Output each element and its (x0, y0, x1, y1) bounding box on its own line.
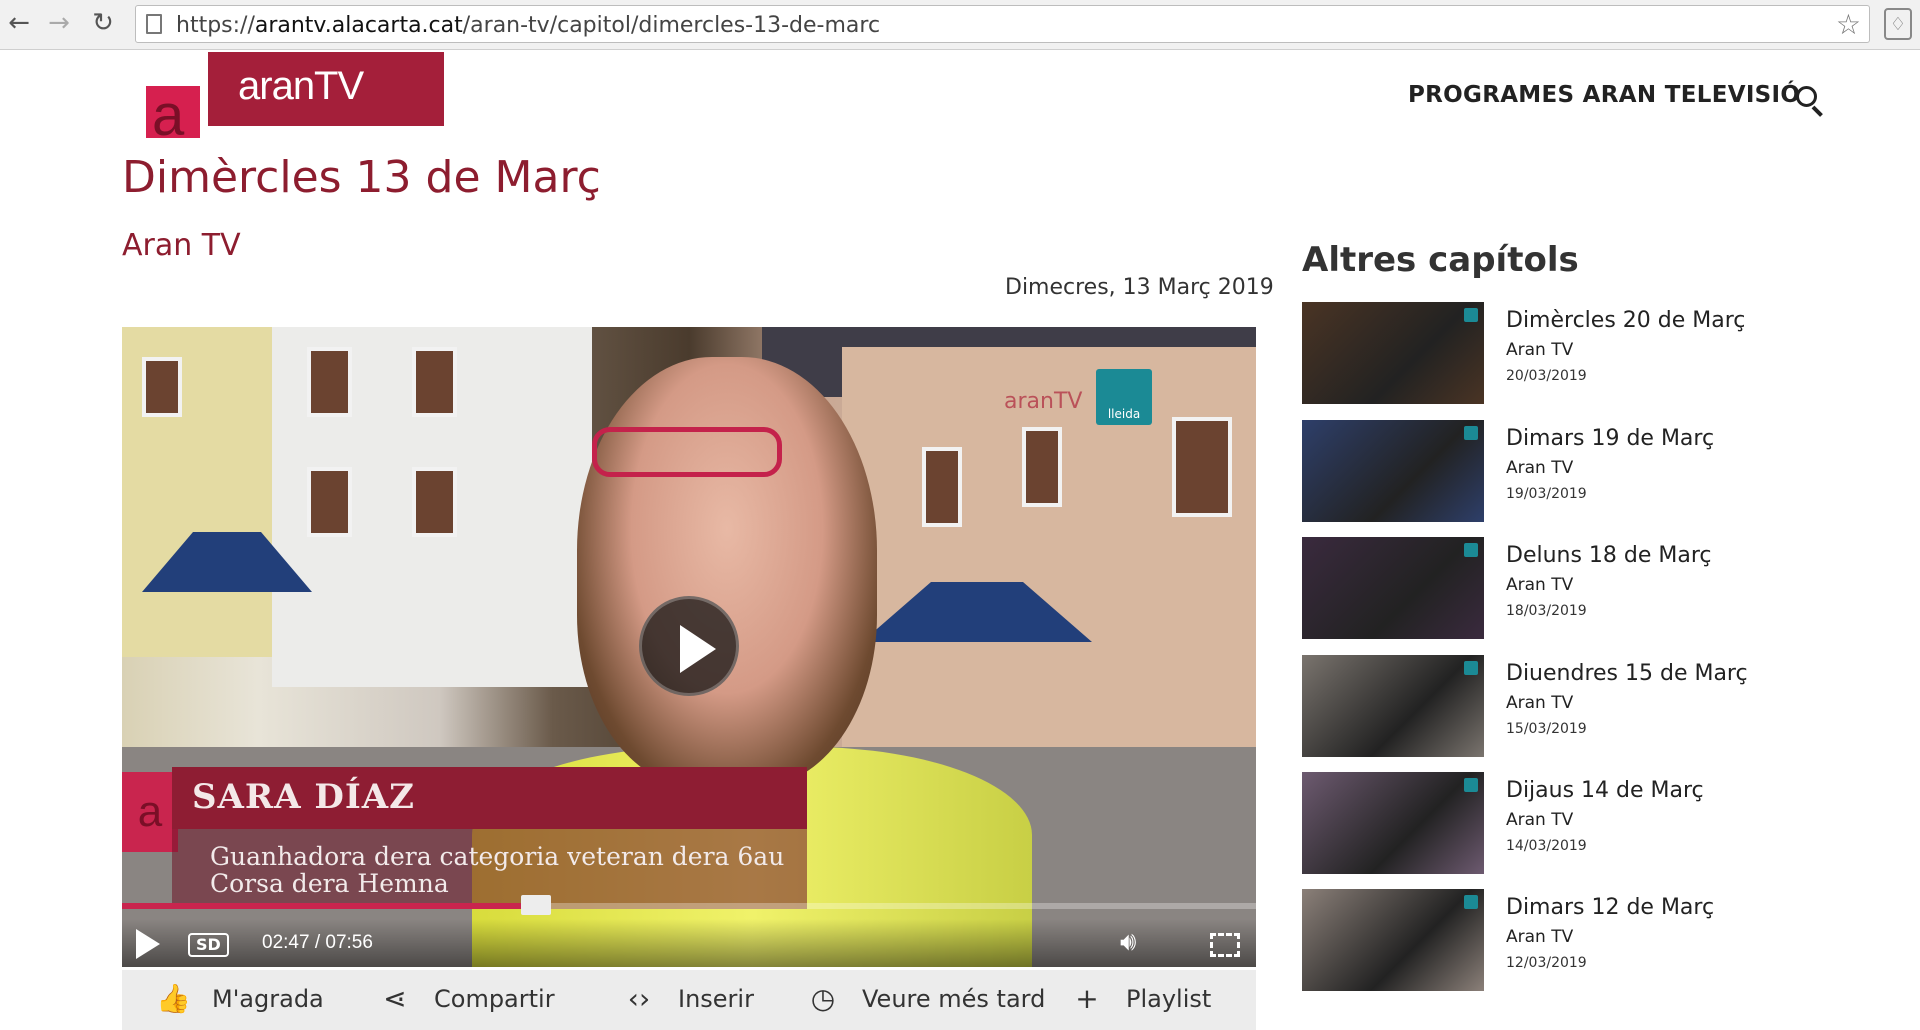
lleida-watermark: lleida (1096, 369, 1152, 425)
episode-date: 19/03/2019 (1506, 486, 1587, 502)
episode-title[interactable]: Dimars 12 de Març (1506, 895, 1714, 920)
episode-date: 15/03/2019 (1506, 721, 1587, 737)
episode-channel: Aran TV (1506, 575, 1574, 595)
episode-channel: Aran TV (1506, 927, 1574, 947)
volume-icon[interactable]: 🔊︎ (1120, 927, 1136, 958)
episode-thumbnail[interactable] (1302, 537, 1484, 639)
share-icon: ⋖ (383, 982, 407, 1015)
episode-channel: Aran TV (1506, 810, 1574, 830)
watch-later-button[interactable]: ◷ Veure més tard (806, 982, 1046, 1015)
search-icon[interactable] (1796, 86, 1826, 117)
play-overlay-button[interactable] (639, 596, 739, 696)
progress-handle[interactable] (520, 895, 551, 915)
episode-thumbnail[interactable] (1302, 420, 1484, 522)
episode-title[interactable]: Deluns 18 de Març (1506, 543, 1712, 568)
fullscreen-icon[interactable] (1210, 933, 1240, 957)
bulb-icon[interactable]: ♢ (1884, 8, 1912, 40)
lower-third-name: SARA DÍAZ (172, 767, 807, 829)
episode-thumbnail[interactable] (1302, 655, 1484, 757)
episode-date: 14/03/2019 (1506, 838, 1587, 854)
episode-title[interactable]: Dimars 19 de Març (1506, 426, 1714, 451)
quality-toggle[interactable]: SD (188, 933, 229, 957)
lower-third-logo: a (122, 772, 178, 852)
video-actions: 👍 M'agrada ⋖ Compartir ‹› Inserir ◷ Veur… (122, 970, 1256, 1030)
episode-thumbnail[interactable] (1302, 772, 1484, 874)
time-display: 02:47 / 07:56 (262, 932, 373, 953)
reload-icon[interactable]: ↻ (88, 8, 118, 38)
episode-title[interactable]: Dijaus 14 de Març (1506, 778, 1704, 803)
channel-link[interactable]: Aran TV (122, 228, 241, 263)
episode-title[interactable]: Diuendres 15 de Març (1506, 661, 1748, 686)
forward-icon[interactable]: → (44, 8, 74, 38)
thumbs-up-icon: 👍 (156, 982, 191, 1015)
url-text[interactable]: https://arantv.alacarta.cat/aran-tv/capi… (176, 13, 880, 38)
nav-programes[interactable]: PROGRAMES ARAN TELEVISIÓ (1408, 82, 1800, 108)
episode-channel: Aran TV (1506, 693, 1574, 713)
publish-date: Dimecres, 13 Març 2019 (1005, 275, 1274, 300)
episode-date: 12/03/2019 (1506, 955, 1587, 971)
episode-channel: Aran TV (1506, 340, 1574, 360)
episode-item[interactable]: Diuendres 15 de Març Aran TV 15/03/2019 (1302, 655, 1802, 759)
logo-letter: a (152, 83, 185, 148)
page-icon (146, 14, 162, 34)
logo-text: aranTV (238, 64, 364, 108)
embed-icon: ‹› (627, 982, 651, 1015)
progress-bar[interactable] (122, 895, 1256, 915)
episode-item[interactable]: Dimars 19 de Març Aran TV 19/03/2019 (1302, 420, 1802, 524)
back-icon[interactable]: ← (4, 8, 34, 38)
like-button[interactable]: 👍 M'agrada (156, 982, 324, 1015)
embed-button[interactable]: ‹› Inserir (622, 982, 754, 1015)
episode-title[interactable]: Dimèrcles 20 de Març (1506, 308, 1745, 333)
episode-date: 20/03/2019 (1506, 368, 1587, 384)
clock-icon: ◷ (810, 982, 836, 1015)
episode-item[interactable]: Dimèrcles 20 de Març Aran TV 20/03/2019 (1302, 302, 1802, 406)
video-player[interactable]: aranTV lleida a SARA DÍAZ Guanhadora der… (122, 327, 1256, 967)
sidebar-title: Altres capítols (1302, 240, 1579, 280)
browser-toolbar: ← → ↻ https://arantv.alacarta.cat/aran-t… (0, 0, 1920, 50)
page-title: Dimèrcles 13 de Març (122, 152, 601, 203)
playlist-button[interactable]: + Playlist (1070, 982, 1211, 1015)
play-icon[interactable] (136, 929, 160, 959)
episode-thumbnail[interactable] (1302, 302, 1484, 404)
episode-date: 18/03/2019 (1506, 603, 1587, 619)
episode-channel: Aran TV (1506, 458, 1574, 478)
channel-watermark: aranTV (1004, 389, 1083, 414)
plus-icon: + (1075, 982, 1099, 1015)
episode-item[interactable]: Dimars 12 de Març Aran TV 12/03/2019 (1302, 889, 1802, 993)
address-bar[interactable]: https://arantv.alacarta.cat/aran-tv/capi… (135, 5, 1870, 43)
episode-item[interactable]: Dijaus 14 de Març Aran TV 14/03/2019 (1302, 772, 1802, 876)
share-button[interactable]: ⋖ Compartir (378, 982, 554, 1015)
progress-fill (122, 903, 536, 909)
star-icon[interactable]: ☆ (1836, 8, 1861, 41)
site-logo[interactable]: a aranTV (146, 52, 444, 148)
episode-thumbnail[interactable] (1302, 889, 1484, 991)
lower-third-description: Guanhadora dera categoria veteran dera 6… (172, 829, 807, 909)
episode-item[interactable]: Deluns 18 de Març Aran TV 18/03/2019 (1302, 537, 1802, 641)
